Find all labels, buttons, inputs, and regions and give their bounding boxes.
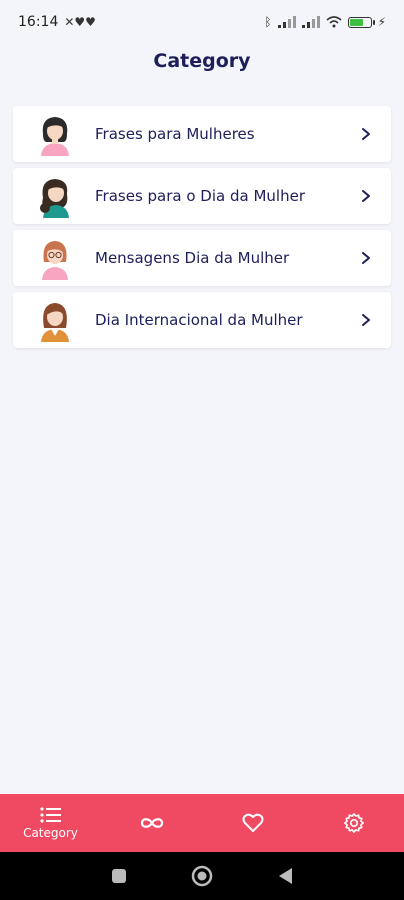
recents-icon[interactable] xyxy=(111,868,127,884)
category-label: Mensagens Dia da Mulher xyxy=(95,249,290,267)
gear-icon xyxy=(343,813,364,833)
chevron-right-icon xyxy=(362,314,370,326)
category-list: Frases para Mulheres Frases para o Dia d… xyxy=(13,106,391,348)
heart-icon xyxy=(242,813,263,832)
category-label: Dia Internacional da Mulher xyxy=(95,311,303,329)
status-bar: 16:14 ✕♥♥ ᛒ ⚡ xyxy=(0,0,404,44)
nav-item-settings[interactable] xyxy=(314,794,394,852)
wifi-icon xyxy=(326,16,342,28)
woman-avatar-icon xyxy=(41,303,69,342)
charging-icon: ⚡ xyxy=(377,15,386,29)
bluetooth-icon: ᛒ xyxy=(264,15,272,29)
page-title: Category xyxy=(153,50,251,72)
nav-item-category[interactable]: Category xyxy=(11,794,91,852)
category-item-frases-para-mulheres[interactable]: Frases para Mulheres xyxy=(13,106,391,162)
system-nav-bar xyxy=(0,852,404,900)
category-label: Frases para Mulheres xyxy=(95,125,255,143)
notification-icon: ✕♥♥ xyxy=(64,15,96,29)
nav-label-category: Category xyxy=(23,826,78,840)
chevron-right-icon xyxy=(362,190,370,202)
woman-avatar-icon xyxy=(41,117,69,156)
status-time: 16:14 xyxy=(18,14,59,30)
nav-item-favorites[interactable] xyxy=(213,794,293,852)
infinity-icon xyxy=(140,818,163,828)
bottom-nav: Category xyxy=(0,794,404,852)
woman-avatar-icon xyxy=(42,241,68,280)
category-item-frases-dia-mulher[interactable]: Frases para o Dia da Mulher xyxy=(13,168,391,224)
chevron-right-icon xyxy=(362,128,370,140)
nav-item-infinity[interactable] xyxy=(112,794,192,852)
battery-icon xyxy=(347,16,375,28)
category-item-dia-internacional-mulher[interactable]: Dia Internacional da Mulher xyxy=(13,292,391,348)
category-item-mensagens-dia-mulher[interactable]: Mensagens Dia da Mulher xyxy=(13,230,391,286)
list-icon xyxy=(39,807,61,823)
woman-avatar-icon xyxy=(40,179,69,218)
chevron-right-icon xyxy=(362,252,370,264)
home-icon[interactable] xyxy=(191,865,213,887)
signal-icon xyxy=(277,16,296,28)
back-icon[interactable] xyxy=(277,867,293,885)
signal-icon-2 xyxy=(301,16,320,28)
category-label: Frases para o Dia da Mulher xyxy=(95,187,305,205)
